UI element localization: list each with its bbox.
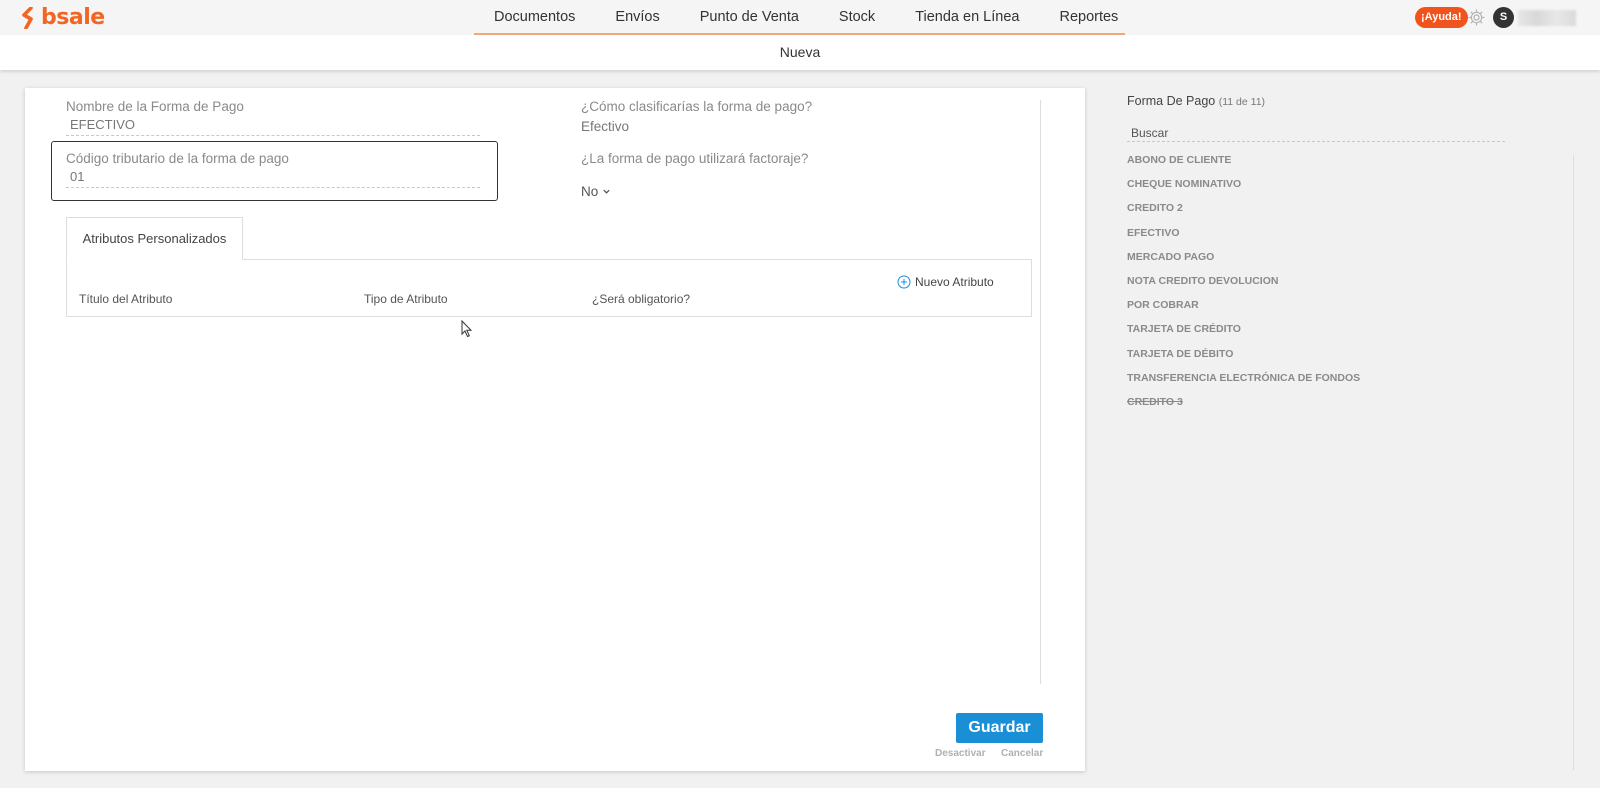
- factoring-value: No: [581, 184, 599, 199]
- factoring-select[interactable]: No: [581, 184, 611, 199]
- list-item[interactable]: MERCADO PAGO: [1127, 248, 1360, 272]
- name-label: Nombre de la Forma de Pago: [66, 99, 244, 114]
- chevron-down-icon: [603, 189, 610, 194]
- bsale-logo-icon: [22, 6, 33, 29]
- list-item[interactable]: TRANSFERENCIA ELECTRÓNICA DE FONDOS: [1127, 369, 1360, 393]
- factoring-label: ¿La forma de pago utilizará factoraje?: [581, 151, 809, 166]
- list-item[interactable]: POR COBRAR: [1127, 296, 1360, 320]
- classify-label: ¿Cómo clasificarías la forma de pago?: [581, 99, 813, 114]
- column-header-type: Tipo de Atributo: [364, 292, 448, 306]
- vertical-divider: [1040, 100, 1041, 684]
- cancel-button[interactable]: Cancelar: [1001, 748, 1043, 759]
- top-bar: bsale Documentos Envíos Punto de Venta S…: [0, 0, 1600, 35]
- gear-icon[interactable]: [1467, 8, 1486, 27]
- help-button[interactable]: ¡Ayuda!: [1415, 7, 1468, 28]
- add-circle-icon: [897, 275, 911, 289]
- tax-code-label: Código tributario de la forma de pago: [66, 151, 289, 166]
- sidebar-title: Forma De Pago (11 de 11): [1127, 94, 1265, 108]
- nav-item-documentos[interactable]: Documentos: [474, 0, 595, 35]
- list-item[interactable]: CHEQUE NOMINATIVO: [1127, 175, 1360, 199]
- sidebar-search-input[interactable]: [1127, 124, 1505, 142]
- new-attribute-button[interactable]: Nuevo Atributo: [897, 275, 994, 289]
- user-name-redacted[interactable]: [1518, 10, 1576, 26]
- name-field[interactable]: EFECTIVO: [66, 114, 480, 136]
- sub-nav: Nueva: [0, 35, 1600, 70]
- list-item-inactive[interactable]: CREDITO 3: [1127, 393, 1360, 417]
- list-item[interactable]: TARJETA DE DÉBITO: [1127, 345, 1360, 369]
- nav-item-stock[interactable]: Stock: [819, 0, 895, 35]
- list-item[interactable]: NOTA CREDITO DEVOLUCION: [1127, 272, 1360, 296]
- sidebar-count: (11 de 11): [1218, 96, 1266, 108]
- new-attribute-label: Nuevo Atributo: [915, 275, 994, 289]
- nav-item-tienda-en-linea[interactable]: Tienda en Línea: [895, 0, 1039, 35]
- list-item[interactable]: TARJETA DE CRÉDITO: [1127, 320, 1360, 344]
- sub-nav-item-nueva[interactable]: Nueva: [780, 44, 820, 60]
- attributes-table: Título del Atributo Tipo de Atributo ¿Se…: [66, 259, 1032, 317]
- list-item[interactable]: ABONO DE CLIENTE: [1127, 151, 1360, 175]
- deactivate-button[interactable]: Desactivar: [935, 748, 986, 759]
- nav-item-envios[interactable]: Envíos: [595, 0, 679, 35]
- payment-method-form-card: Nombre de la Forma de Pago EFECTIVO Códi…: [25, 88, 1085, 771]
- brand-logo[interactable]: bsale: [22, 5, 105, 30]
- payment-method-list: ABONO DE CLIENTE CHEQUE NOMINATIVO CREDI…: [1127, 151, 1360, 417]
- mouse-cursor-icon: [461, 320, 473, 338]
- nav-item-punto-de-venta[interactable]: Punto de Venta: [680, 0, 819, 35]
- classify-value: Efectivo: [581, 119, 630, 134]
- brand-name: bsale: [41, 5, 105, 30]
- tab-atributos-personalizados[interactable]: Atributos Personalizados: [66, 217, 243, 260]
- main-nav: Documentos Envíos Punto de Venta Stock T…: [474, 0, 1125, 35]
- list-item[interactable]: EFECTIVO: [1127, 224, 1360, 248]
- tax-code-field[interactable]: 01: [66, 166, 480, 188]
- sidebar-scrollbar[interactable]: [1573, 155, 1574, 770]
- nav-item-reportes[interactable]: Reportes: [1039, 0, 1138, 35]
- list-item[interactable]: CREDITO 2: [1127, 199, 1360, 223]
- column-header-title: Título del Atributo: [79, 292, 173, 306]
- sidebar-title-text: Forma De Pago: [1127, 94, 1216, 108]
- column-header-required: ¿Será obligatorio?: [592, 292, 691, 306]
- avatar[interactable]: S: [1493, 7, 1514, 28]
- save-button[interactable]: Guardar: [956, 713, 1043, 743]
